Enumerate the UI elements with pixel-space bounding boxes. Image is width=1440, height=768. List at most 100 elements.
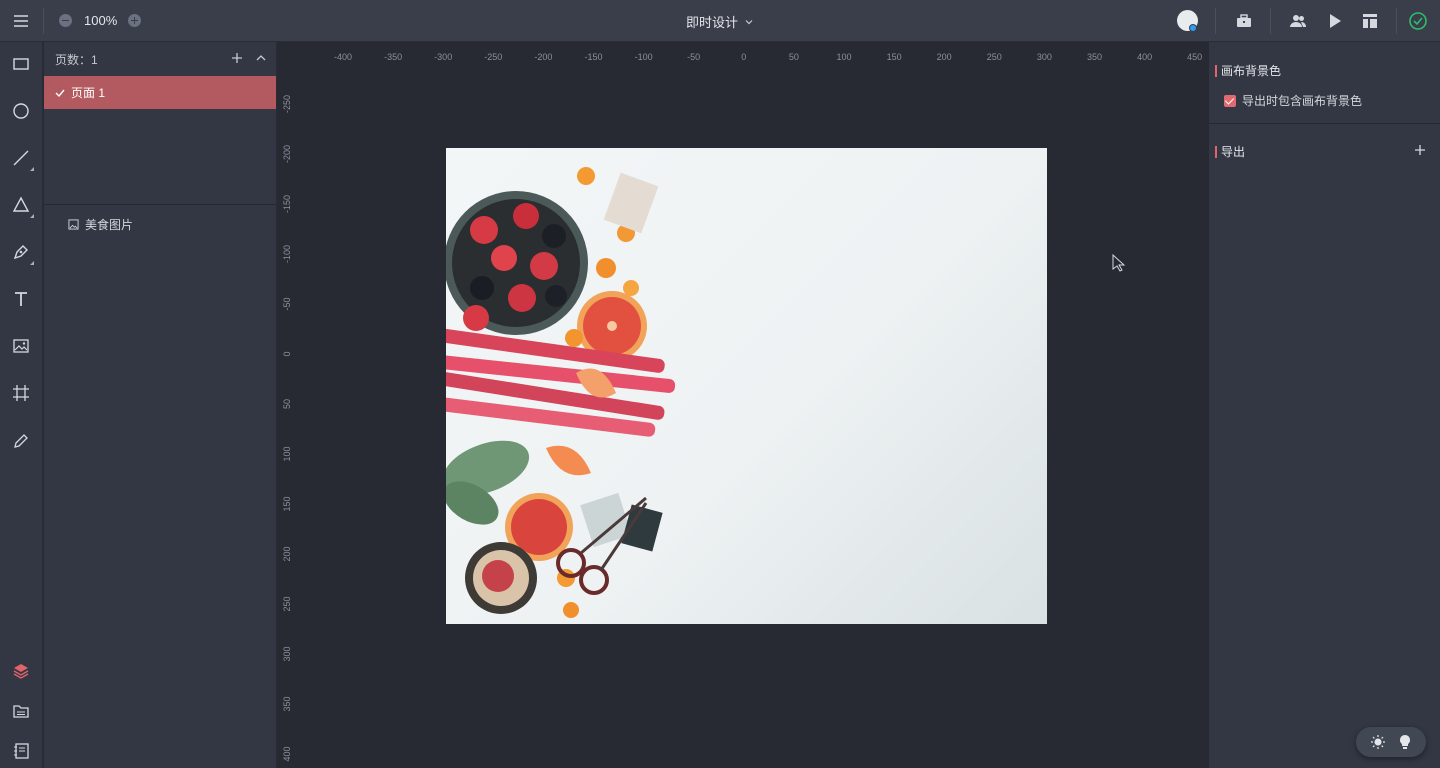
submenu-corner bbox=[30, 167, 34, 171]
ruler-tick-label: 300 bbox=[1036, 52, 1052, 62]
ruler-tick-label: 350 bbox=[1086, 52, 1103, 62]
section-marker bbox=[1215, 145, 1217, 158]
food-image[interactable] bbox=[446, 148, 1047, 624]
add-export-icon[interactable] bbox=[1414, 143, 1426, 155]
ruler-tick-label: -200 bbox=[534, 52, 553, 62]
ruler-tick-label: 150 bbox=[282, 496, 292, 512]
ruler-tick-label: -200 bbox=[282, 144, 292, 164]
rectangle-icon[interactable] bbox=[11, 54, 31, 74]
horizontal-ruler: -400 -350 -300 -250 -200 -150 -100 -50 0 50 100 150… bbox=[278, 42, 1208, 68]
ruler-tick-label: -250 bbox=[282, 94, 292, 114]
ruler-tick-label: 150 bbox=[886, 52, 902, 62]
panel-divider bbox=[44, 204, 277, 205]
canvas[interactable]: -400 -350 -300 -250 -200 -150 -100 -50 0 50 100 150… bbox=[278, 42, 1208, 768]
ruler-tick-label: 200 bbox=[282, 546, 292, 562]
divider bbox=[1270, 8, 1271, 34]
pencil-icon[interactable] bbox=[11, 430, 31, 450]
saved-check-icon[interactable] bbox=[1408, 11, 1428, 31]
ruler-tick-label: -100 bbox=[634, 52, 653, 62]
ruler-tick-label: 200 bbox=[936, 52, 952, 62]
page-count: 页数：1 bbox=[55, 52, 98, 67]
floating-controls bbox=[1356, 727, 1426, 757]
zoom-in-icon[interactable] bbox=[128, 14, 141, 27]
toolbox-icon[interactable] bbox=[1234, 11, 1254, 31]
layer-item[interactable]: 美食图片 bbox=[68, 216, 133, 233]
ruler-tick-label: 0 bbox=[282, 351, 292, 357]
artboard-icon[interactable] bbox=[11, 383, 31, 403]
document-title: 即时设计 bbox=[685, 15, 738, 30]
chevron-down-icon bbox=[745, 19, 753, 24]
lightbulb-icon[interactable] bbox=[1397, 734, 1413, 750]
ruler-tick-label: 250 bbox=[282, 596, 292, 612]
theme-sun-icon[interactable] bbox=[1370, 734, 1386, 750]
ruler-tick-label: -350 bbox=[384, 52, 403, 62]
zoom-level[interactable]: 100% bbox=[84, 13, 117, 28]
ruler-tick-label: 100 bbox=[836, 52, 852, 62]
ruler-tick-label: 250 bbox=[986, 52, 1002, 62]
image-icon bbox=[68, 219, 79, 230]
submenu-corner bbox=[30, 214, 34, 218]
ruler-tick-label: 350 bbox=[282, 696, 292, 712]
section-marker bbox=[1215, 64, 1217, 77]
export-background-checkbox[interactable] bbox=[1224, 94, 1236, 107]
ellipse-icon[interactable] bbox=[11, 101, 31, 121]
ruler-tick-label: -50 bbox=[282, 297, 292, 311]
ruler-tick-label: -100 bbox=[282, 244, 292, 264]
section-title: 画布背景色 bbox=[1221, 64, 1282, 78]
ruler-tick-label: -300 bbox=[434, 52, 453, 62]
add-page-icon[interactable] bbox=[230, 51, 244, 65]
ruler-tick-label: -150 bbox=[584, 52, 603, 62]
notes-icon[interactable] bbox=[11, 741, 31, 761]
ruler-tick-label: 100 bbox=[282, 446, 292, 462]
layers-icon[interactable] bbox=[11, 661, 31, 681]
cursor-icon bbox=[1112, 254, 1126, 272]
ruler-tick-label: 300 bbox=[282, 646, 292, 662]
ruler-tick-label: 400 bbox=[1137, 52, 1153, 62]
top-bar: 100% 即时设计 bbox=[0, 0, 1440, 42]
tool-bar bbox=[0, 42, 43, 768]
vertical-ruler: -250 -200 -150 -100 -50 0 50 100 150 200 250 300 350… bbox=[278, 42, 300, 768]
panel-divider bbox=[1209, 123, 1440, 124]
export-background-label: 导出时包含画布背景色 bbox=[1242, 94, 1363, 108]
ruler-tick-label: 0 bbox=[741, 52, 747, 62]
chevron-up-icon[interactable] bbox=[254, 51, 268, 65]
assets-icon[interactable] bbox=[11, 701, 31, 721]
export-background-option[interactable]: 导出时包含画布背景色 bbox=[1224, 92, 1362, 109]
triangle-icon[interactable] bbox=[11, 195, 34, 218]
menu-icon[interactable] bbox=[12, 12, 30, 30]
zoom-out-icon[interactable] bbox=[59, 14, 72, 27]
ruler-tick-label: -50 bbox=[687, 52, 701, 62]
pages-panel: 页数：1 页面 1 美食图片 bbox=[44, 42, 277, 768]
document-title-wrap: 即时设计 bbox=[0, 12, 1440, 31]
submenu-corner bbox=[30, 261, 34, 265]
check-icon bbox=[55, 89, 65, 97]
page-item-label: 页面 1 bbox=[71, 86, 106, 100]
pen-icon[interactable] bbox=[11, 242, 34, 265]
text-icon[interactable] bbox=[11, 289, 31, 309]
ruler-tick-label: -250 bbox=[484, 52, 503, 62]
canvas-background-section: 画布背景色 bbox=[1215, 62, 1281, 79]
ruler-tick-label: 450 bbox=[1187, 52, 1203, 62]
ruler-tick-label: -400 bbox=[333, 52, 353, 62]
layout-icon[interactable] bbox=[1360, 11, 1380, 31]
ruler-tick-label: 50 bbox=[282, 398, 292, 410]
play-icon[interactable] bbox=[1325, 11, 1345, 31]
image-icon[interactable] bbox=[11, 336, 31, 356]
line-icon[interactable] bbox=[11, 148, 34, 171]
layer-item-label: 美食图片 bbox=[85, 218, 134, 232]
users-icon[interactable] bbox=[1288, 11, 1308, 31]
export-section: 导出 bbox=[1215, 143, 1245, 160]
divider bbox=[1215, 8, 1216, 34]
page-item[interactable]: 页面 1 bbox=[44, 76, 276, 109]
online-status-dot bbox=[1189, 24, 1197, 32]
document-title-button[interactable]: 即时设计 bbox=[686, 12, 754, 31]
ruler-tick-label: 50 bbox=[788, 52, 799, 62]
pages-header: 页数：1 bbox=[44, 42, 276, 76]
section-title: 导出 bbox=[1221, 145, 1246, 159]
food-photo bbox=[446, 167, 676, 618]
ruler-tick-label: 400 bbox=[282, 746, 292, 762]
properties-panel: 画布背景色 导出时包含画布背景色 导出 bbox=[1209, 42, 1440, 768]
divider bbox=[43, 8, 44, 34]
ruler-tick-label: -150 bbox=[282, 194, 292, 214]
divider bbox=[1396, 8, 1397, 34]
